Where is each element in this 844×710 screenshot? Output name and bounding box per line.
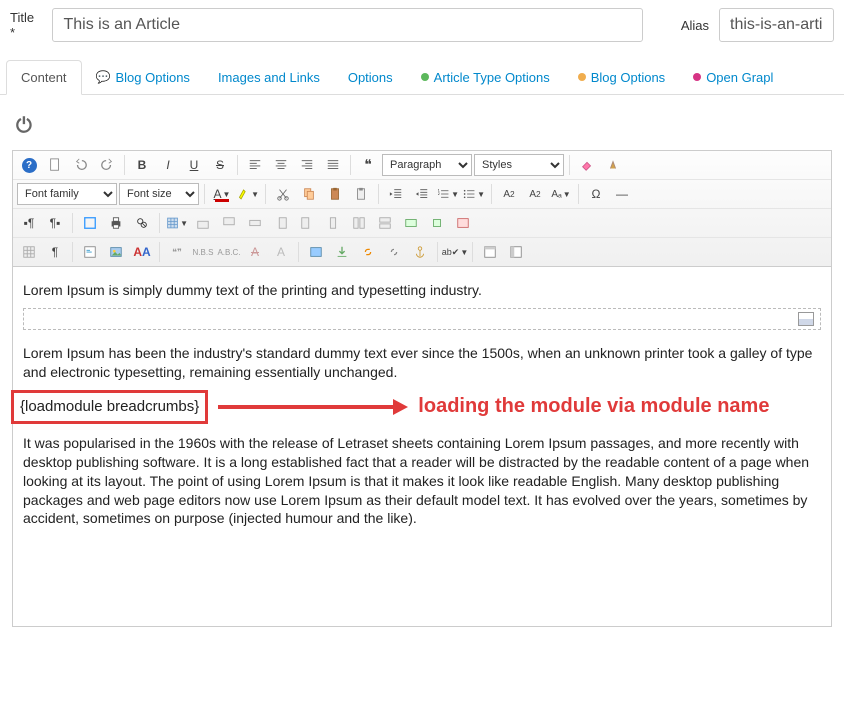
eraser-button[interactable] bbox=[575, 154, 599, 176]
comment-icon: 💬 bbox=[96, 70, 111, 84]
copy-button[interactable] bbox=[297, 183, 321, 205]
alias-label: Alias bbox=[681, 18, 709, 33]
nbsp-button[interactable]: N.B.S bbox=[191, 241, 215, 263]
print-button[interactable] bbox=[104, 212, 128, 234]
spellcheck-button[interactable]: ab✔▼ bbox=[443, 241, 467, 263]
align-right-button[interactable] bbox=[295, 154, 319, 176]
ltr-button[interactable]: ▪¶ bbox=[17, 212, 41, 234]
svg-text:2: 2 bbox=[438, 192, 440, 196]
annotation-text: loading the module via module name bbox=[418, 393, 769, 420]
alias-input[interactable] bbox=[719, 8, 834, 42]
strike-format-button[interactable]: A bbox=[243, 241, 267, 263]
editor-toolbar: ? B I U S ❝ Paragraph Styles Font family bbox=[12, 150, 832, 267]
clean-button[interactable] bbox=[601, 154, 625, 176]
source-button[interactable] bbox=[78, 241, 102, 263]
module-code-box: {loadmodule breadcrumbs} bbox=[11, 390, 208, 424]
rtl-button[interactable]: ¶▪ bbox=[43, 212, 67, 234]
table-split-button[interactable] bbox=[347, 212, 371, 234]
paste-button[interactable] bbox=[323, 183, 347, 205]
table-prop-button[interactable] bbox=[399, 212, 423, 234]
blockquote-button[interactable]: ❝ bbox=[356, 154, 380, 176]
bold-button[interactable]: B bbox=[130, 154, 154, 176]
dot-icon bbox=[421, 73, 429, 81]
align-center-button[interactable] bbox=[269, 154, 293, 176]
find-button[interactable] bbox=[130, 212, 154, 234]
table-button[interactable]: ▼ bbox=[165, 212, 189, 234]
bg-color-button[interactable]: ▼ bbox=[236, 183, 260, 205]
font-size-select[interactable]: Font size bbox=[119, 183, 199, 205]
dot-icon bbox=[693, 73, 701, 81]
link-button[interactable] bbox=[356, 241, 380, 263]
title-label: Title * bbox=[10, 10, 42, 40]
arrow-icon bbox=[218, 396, 408, 418]
title-input[interactable] bbox=[52, 8, 642, 42]
show-invisible-button[interactable]: ¶ bbox=[43, 241, 67, 263]
paragraph-select[interactable]: Paragraph bbox=[382, 154, 472, 176]
cut-button[interactable] bbox=[271, 183, 295, 205]
dot-icon bbox=[578, 73, 586, 81]
template-button[interactable] bbox=[504, 241, 528, 263]
undo-button[interactable] bbox=[69, 154, 93, 176]
unordered-list-button[interactable]: ▼ bbox=[462, 183, 486, 205]
table-col-after-button[interactable] bbox=[295, 212, 319, 234]
tab-images-links[interactable]: Images and Links bbox=[204, 60, 334, 94]
paragraph-3: It was popularised in the 1960s with the… bbox=[23, 434, 821, 528]
table-delete-col-button[interactable] bbox=[321, 212, 345, 234]
table-row-before-button[interactable] bbox=[191, 212, 215, 234]
tab-strip: Content 💬Blog Options Images and Links O… bbox=[0, 60, 844, 95]
tab-blog-options-2[interactable]: Blog Options bbox=[564, 60, 679, 94]
special-char-button[interactable]: Ω bbox=[584, 183, 608, 205]
clear-format-button[interactable]: A bbox=[269, 241, 293, 263]
case-button[interactable]: Aₐ▼ bbox=[549, 183, 573, 205]
ordered-list-button[interactable]: 12▼ bbox=[436, 183, 460, 205]
tab-open-graph[interactable]: Open Grapl bbox=[679, 60, 787, 94]
redo-button[interactable] bbox=[95, 154, 119, 176]
abbr-button[interactable]: A.B.C. bbox=[217, 241, 241, 263]
anchor-button[interactable] bbox=[408, 241, 432, 263]
table-delete-button[interactable] bbox=[451, 212, 475, 234]
layout-button[interactable] bbox=[478, 241, 502, 263]
tab-options[interactable]: Options bbox=[334, 60, 407, 94]
divider-handle-icon bbox=[798, 312, 814, 326]
underline-button[interactable]: U bbox=[182, 154, 206, 176]
hr-button[interactable]: — bbox=[610, 183, 634, 205]
styles-select[interactable]: Styles bbox=[474, 154, 564, 176]
new-doc-button[interactable] bbox=[43, 154, 67, 176]
font-family-select[interactable]: Font family bbox=[17, 183, 117, 205]
table-col-before-button[interactable] bbox=[269, 212, 293, 234]
quote-button[interactable]: ❝❞ bbox=[165, 241, 189, 263]
table-cell-button[interactable] bbox=[425, 212, 449, 234]
unlink-button[interactable] bbox=[382, 241, 406, 263]
readmore-divider bbox=[23, 308, 821, 330]
media-button[interactable] bbox=[304, 241, 328, 263]
align-left-button[interactable] bbox=[243, 154, 267, 176]
fullscreen-button[interactable] bbox=[78, 212, 102, 234]
download-button[interactable] bbox=[330, 241, 354, 263]
text-color-button[interactable]: A▼ bbox=[210, 183, 234, 205]
power-icon[interactable]: ⏻ bbox=[16, 115, 32, 138]
table-merge-button[interactable] bbox=[373, 212, 397, 234]
table-delete-row-button[interactable] bbox=[243, 212, 267, 234]
tab-content[interactable]: Content bbox=[6, 60, 82, 95]
indent-button[interactable] bbox=[410, 183, 434, 205]
table-row-after-button[interactable] bbox=[217, 212, 241, 234]
subscript-button[interactable]: A2 bbox=[497, 183, 521, 205]
strike-button[interactable]: S bbox=[208, 154, 232, 176]
paragraph-2: Lorem Ipsum has been the industry's stan… bbox=[23, 344, 821, 382]
tab-blog-options[interactable]: 💬Blog Options bbox=[82, 60, 204, 94]
paste-text-button[interactable] bbox=[349, 183, 373, 205]
outdent-button[interactable] bbox=[384, 183, 408, 205]
superscript-button[interactable]: A2 bbox=[523, 183, 547, 205]
image-button[interactable] bbox=[104, 241, 128, 263]
title-row: Title * Alias bbox=[0, 0, 844, 50]
align-justify-button[interactable] bbox=[321, 154, 345, 176]
font-style-button[interactable]: AA bbox=[130, 241, 154, 263]
tab-article-type-options[interactable]: Article Type Options bbox=[407, 60, 564, 94]
grid-button[interactable] bbox=[17, 241, 41, 263]
paragraph-1: Lorem Ipsum is simply dummy text of the … bbox=[23, 281, 821, 300]
editor-body[interactable]: Lorem Ipsum is simply dummy text of the … bbox=[12, 267, 832, 627]
help-button[interactable]: ? bbox=[17, 154, 41, 176]
italic-button[interactable]: I bbox=[156, 154, 180, 176]
